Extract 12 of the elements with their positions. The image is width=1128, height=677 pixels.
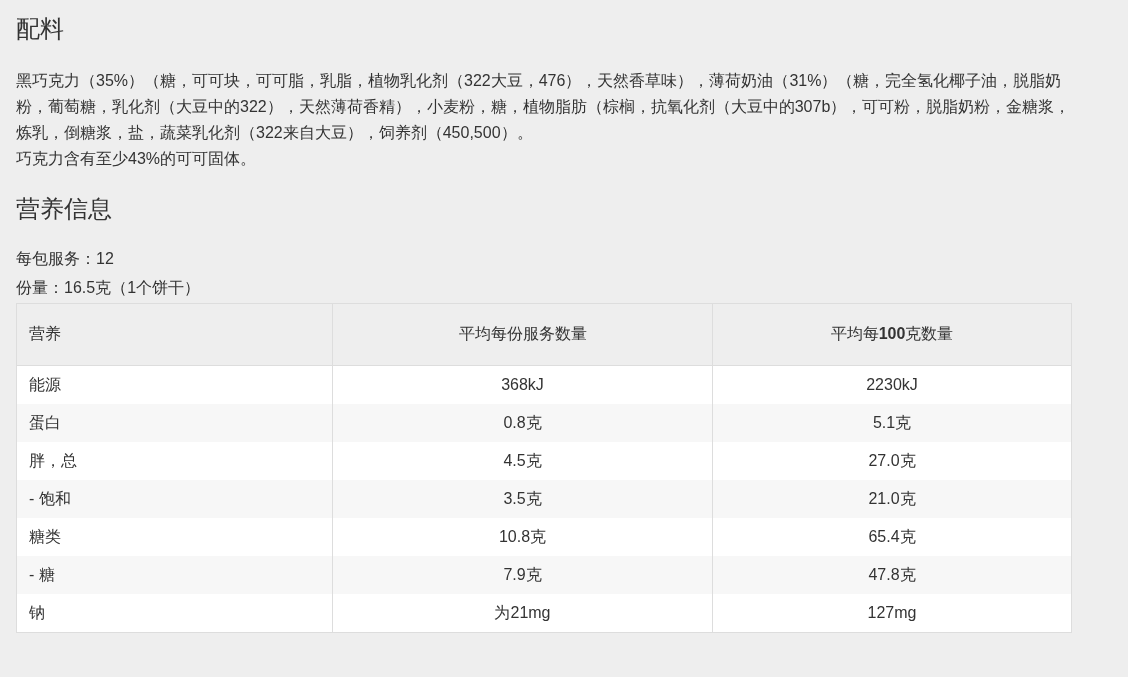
table-cell: 钠 [16, 594, 333, 633]
section-heading: 营养信息 [16, 194, 113, 224]
table-cell: 127mg [712, 594, 1072, 633]
column-header: 平均每份服务数量 [332, 303, 713, 366]
column-header: 营养 [16, 303, 333, 366]
ingredients-text: 黑巧克力（35%）（糖，可可块，可可脂，乳脂，植物乳化剂（322大豆，476），天然香草味），薄荷奶油（31%）（糖，完全氢化椰子油，脱脂奶粉，葡萄糖，乳化剂（大豆中的322），天然薄荷香精），小麦粉，糖，植物脂肪（棕榈，抗氧化剂（大豆中的307b），可可粉，脱脂奶粉，金糖浆，炼乳，倒糖浆，盐，蔬菜乳化剂（322来自大豆），饲养剂（450,500）。 [16, 71, 1072, 143]
serving-info: 每包服务：12 [16, 249, 115, 269]
column-header: 平均每100克数量 [712, 303, 1072, 366]
serving-info: 份量：16.5克（1个饼干） [16, 278, 202, 298]
section-heading: 配料 [16, 14, 65, 44]
ingredients-text: 巧克力含有至少43%的可可固体。 [16, 149, 258, 169]
table-cell: 为21mg [332, 594, 713, 633]
